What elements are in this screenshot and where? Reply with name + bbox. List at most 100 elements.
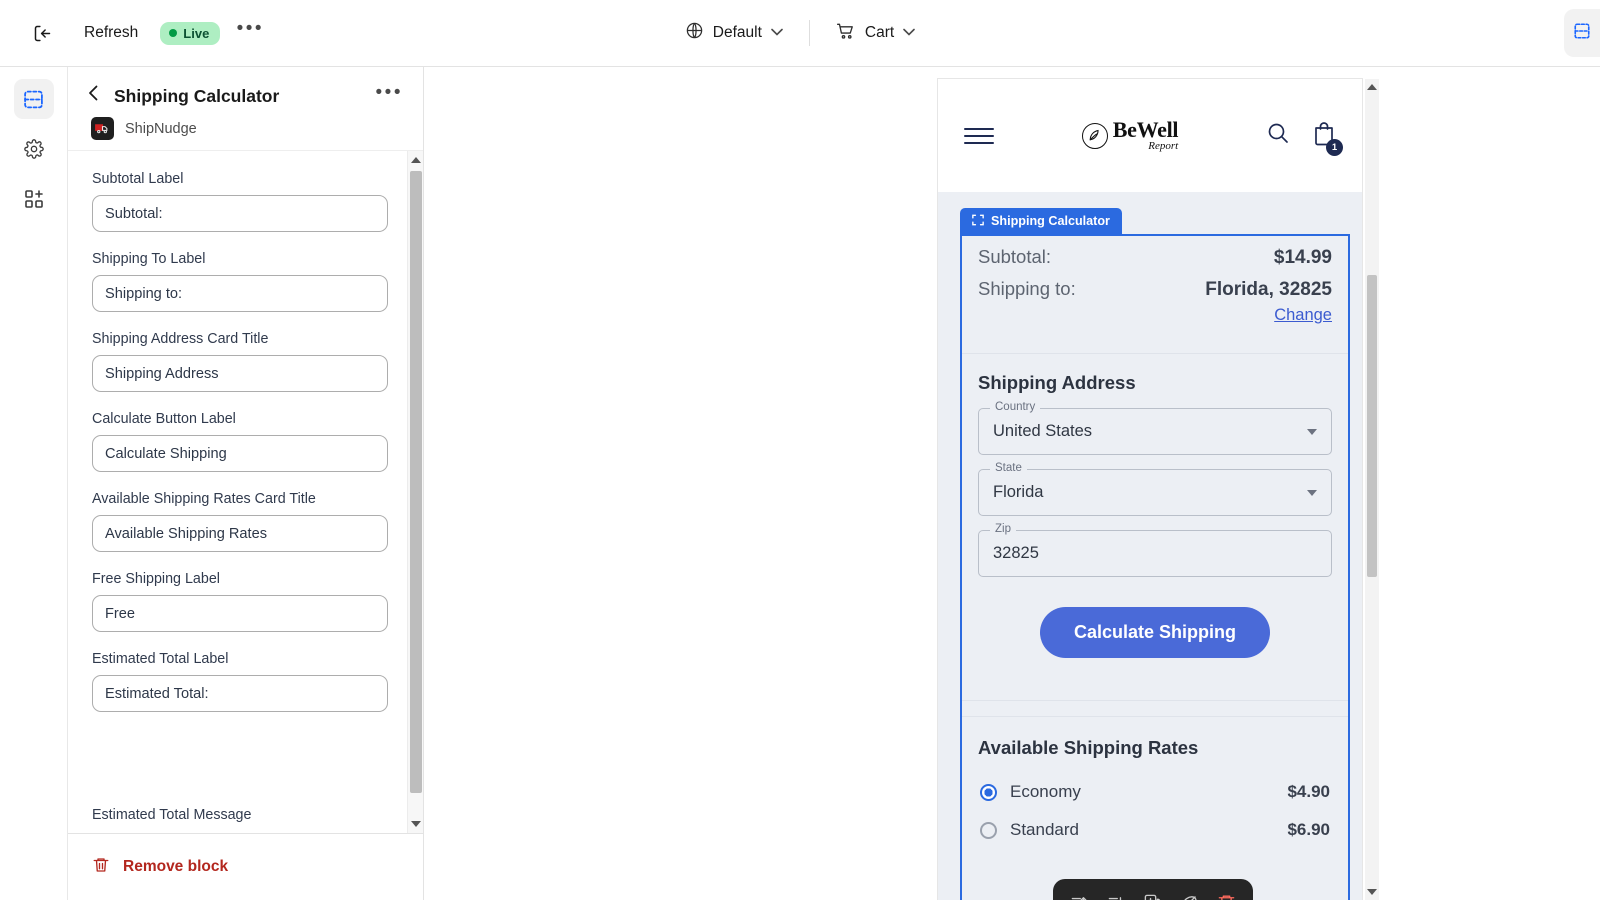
state-value: Florida: [993, 483, 1044, 501]
field-label: Shipping To Label: [92, 251, 206, 267]
calculate-button-wrap: Calculate Shipping: [978, 591, 1332, 680]
field-available-rates-card-title: Available Shipping Rates Card Title Avai…: [92, 491, 399, 552]
field-label: Subtotal Label: [92, 171, 184, 187]
duplicate-icon[interactable]: [1138, 888, 1168, 900]
field-label: Shipping Address Card Title: [92, 331, 269, 347]
rate-option-economy[interactable]: Economy $4.90: [978, 773, 1332, 811]
country-value: United States: [993, 422, 1093, 440]
preview-scroll-up-icon[interactable]: [1365, 79, 1379, 95]
subtotal-label: Subtotal:: [978, 246, 1052, 267]
calculate-button-label-input[interactable]: Calculate Shipping: [92, 435, 388, 472]
theme-selector[interactable]: Default: [673, 14, 795, 52]
country-select[interactable]: Country United States: [978, 401, 1332, 455]
calculate-shipping-button[interactable]: Calculate Shipping: [1039, 607, 1271, 658]
cart-count-badge: 1: [1326, 139, 1343, 156]
field-label: Free Shipping Label: [92, 571, 220, 587]
panel-scrollbar[interactable]: [407, 151, 423, 833]
preview-scrollbar[interactable]: [1365, 79, 1379, 900]
shipping-address-card: Shipping Address Country United States S…: [962, 353, 1348, 700]
remove-block-button[interactable]: Remove block: [123, 858, 228, 876]
field-shipping-address-card-title: Shipping Address Card Title Shipping Add…: [92, 331, 399, 392]
country-legend: Country: [990, 401, 1041, 413]
chevron-down-icon: [1307, 489, 1317, 496]
zip-value: 32825: [993, 544, 1039, 562]
globe-icon: [685, 21, 704, 45]
rate-price: $6.90: [1287, 820, 1330, 839]
trash-icon: [92, 856, 110, 879]
preview-scroll-down-icon[interactable]: [1365, 884, 1379, 900]
chevron-down-icon: [903, 27, 916, 39]
shopping-bag-icon[interactable]: 1: [1312, 120, 1343, 156]
brand-name: BeWell: [1112, 117, 1179, 142]
order-summary: Subtotal: $14.99 Shipping to: Florida, 3…: [962, 236, 1348, 339]
radio-icon-selected[interactable]: [980, 783, 997, 801]
chevron-down-icon: [771, 27, 783, 39]
move-down-icon[interactable]: [1101, 888, 1131, 900]
right-panel-peek[interactable]: [1564, 9, 1600, 57]
scroll-up-icon[interactable]: [408, 151, 423, 169]
available-rates-title: Available Shipping Rates: [978, 737, 1199, 758]
rail-item-settings[interactable]: [14, 129, 54, 169]
brand-logo[interactable]: BeWell Report: [994, 119, 1266, 152]
radio-icon[interactable]: [980, 821, 997, 839]
page-title: Shipping Calculator: [114, 85, 280, 106]
zip-legend: Zip: [990, 523, 1016, 535]
shipping-address-card-title: Shipping Address: [978, 372, 1136, 393]
leaf-circle-icon: [1081, 122, 1108, 149]
chevron-left-icon[interactable]: [88, 85, 104, 107]
hide-icon[interactable]: [1175, 888, 1205, 900]
field-label: Available Shipping Rates Card Title: [92, 491, 316, 507]
shipping-address-title-input[interactable]: Shipping Address: [92, 355, 388, 392]
state-select[interactable]: State Florida: [978, 462, 1332, 516]
estimated-total-label-input[interactable]: Estimated Total:: [92, 675, 388, 712]
move-up-icon[interactable]: [1064, 888, 1094, 900]
panel-scrollbar-thumb[interactable]: [410, 171, 422, 793]
topbar-divider: [808, 20, 810, 46]
shipping-to-label: Shipping to:: [978, 278, 1076, 299]
subtotal-label-input[interactable]: Subtotal:: [92, 195, 388, 232]
panel-fields-scroll-area: Subtotal Label Subtotal: Shipping To Lab…: [68, 151, 423, 833]
truck-icon: [91, 117, 114, 140]
search-icon[interactable]: [1266, 121, 1290, 150]
hamburger-icon[interactable]: [964, 127, 994, 144]
cart-selector-label: Cart: [864, 24, 895, 41]
change-address-link[interactable]: Change: [978, 306, 1332, 325]
field-label: Calculate Button Label: [92, 411, 236, 427]
store-header: BeWell Report 1: [938, 79, 1362, 192]
rate-name: Economy: [1010, 782, 1081, 801]
rate-price: $4.90: [1287, 782, 1330, 801]
sections-icon: [1573, 22, 1591, 45]
field-calculate-button-label: Calculate Button Label Calculate Shippin…: [92, 411, 399, 472]
cart-icon: [836, 21, 856, 46]
delete-icon[interactable]: [1212, 888, 1242, 900]
available-rates-title-input[interactable]: Available Shipping Rates: [92, 515, 388, 552]
rate-option-standard[interactable]: Standard $6.90: [978, 811, 1332, 849]
app-name-label: ShipNudge: [125, 120, 197, 137]
shipping-to-row: Shipping to: Florida, 32825: [978, 278, 1332, 301]
scroll-down-icon[interactable]: [408, 815, 423, 833]
panel-header: Shipping Calculator ••• ShipNudge: [68, 67, 423, 151]
storefront-preview: BeWell Report 1 Shipping Calculator Subt…: [938, 79, 1362, 900]
rail-item-sections[interactable]: [13, 79, 54, 119]
cart-selector[interactable]: Cart: [824, 14, 927, 53]
block-settings-panel: Shipping Calculator ••• ShipNudge Subtot…: [68, 67, 424, 900]
theme-selector-label: Default: [712, 24, 762, 41]
field-free-shipping-label: Free Shipping Label Free: [92, 571, 399, 632]
rail-item-apps[interactable]: [14, 179, 54, 219]
selected-block-tag[interactable]: Shipping Calculator: [960, 208, 1122, 234]
store-header-icons: 1: [1266, 120, 1343, 156]
field-subtotal-label: Subtotal Label Subtotal:: [92, 171, 399, 232]
topbar-center-group: Default Cart: [0, 0, 1600, 66]
section-divider: [962, 700, 1348, 716]
selected-block-label: Shipping Calculator: [991, 214, 1110, 228]
zip-input[interactable]: Zip 32825: [978, 523, 1332, 577]
block-action-toolbar: [1053, 879, 1253, 900]
field-label-estimated-total-message: Estimated Total Message: [92, 807, 252, 823]
rate-name: Standard: [1010, 820, 1079, 839]
shipping-to-label-input[interactable]: Shipping to:: [92, 275, 388, 312]
panel-more-button[interactable]: •••: [376, 83, 403, 103]
preview-scrollbar-thumb[interactable]: [1367, 275, 1377, 577]
available-shipping-rates-card: Available Shipping Rates Economy $4.90 S…: [962, 716, 1348, 859]
free-shipping-label-input[interactable]: Free: [92, 595, 388, 632]
subtotal-row: Subtotal: $14.99: [978, 246, 1332, 269]
